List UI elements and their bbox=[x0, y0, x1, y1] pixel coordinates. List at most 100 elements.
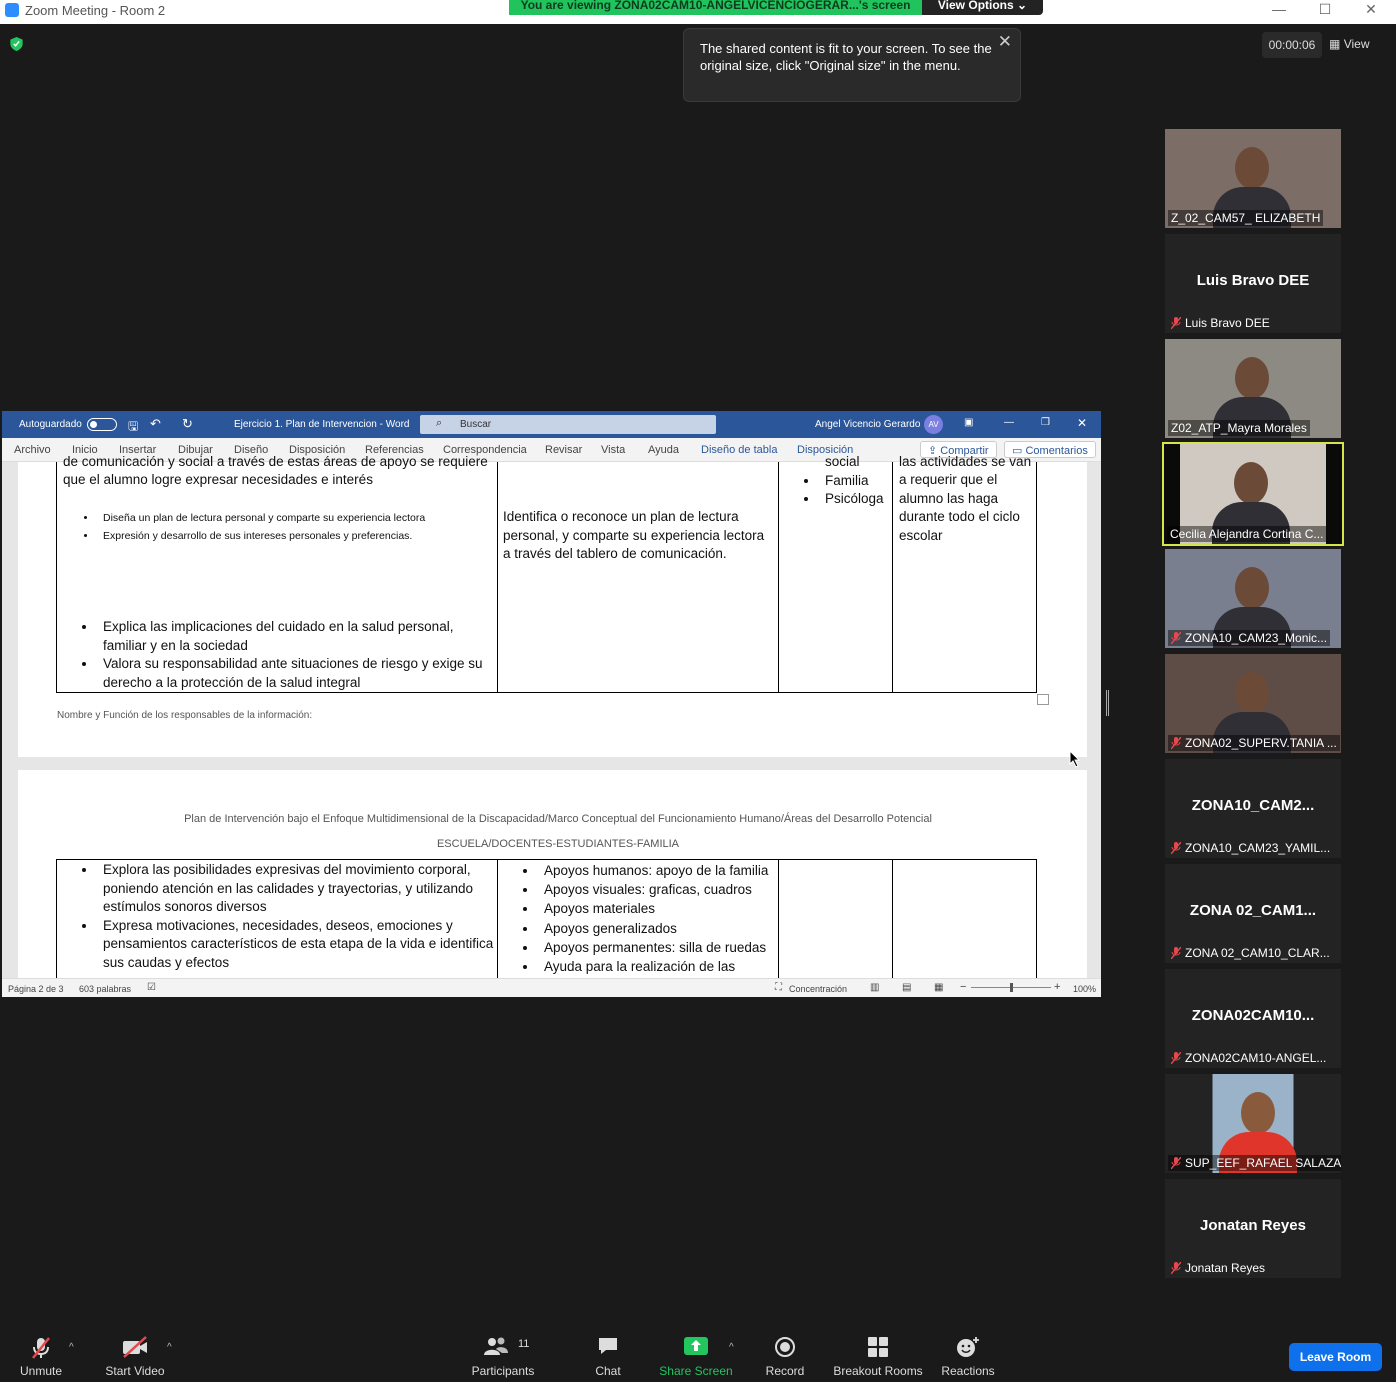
participant-name: Z02_ATP_Mayra Morales bbox=[1171, 421, 1307, 435]
participant-name: ZONA02CAM10-ANGEL... bbox=[1185, 1051, 1327, 1065]
participant-tile[interactable]: Z_02_CAM57_ ELIZABETH bbox=[1165, 129, 1341, 228]
close-icon[interactable]: ✕ bbox=[1348, 0, 1394, 24]
breakout-rooms-button[interactable]: Breakout Rooms bbox=[832, 1326, 924, 1382]
leave-room-button[interactable]: Leave Room bbox=[1289, 1343, 1382, 1371]
muted-microphone-icon bbox=[1171, 1052, 1181, 1064]
zoom-level[interactable]: 100% bbox=[1073, 984, 1096, 994]
participant-name-label: ZONA 02_CAM10_CLAR... bbox=[1168, 945, 1333, 961]
participant-name-label: SUP_EEF_RAFAEL SALAZAR bbox=[1168, 1155, 1341, 1171]
breakout-rooms-icon bbox=[868, 1337, 888, 1357]
list-item: Ayuda para la realización de las bbox=[538, 957, 776, 976]
list-item: Apoyos permanentes: silla de ruedas bbox=[538, 938, 776, 957]
print-layout-icon[interactable]: ▤ bbox=[902, 982, 911, 993]
participant-tile[interactable]: ZONA10_CAM2... ZONA10_CAM23_YAMIL... bbox=[1165, 759, 1341, 858]
participant-name: ZONA10_CAM23_Monic... bbox=[1185, 631, 1328, 645]
word-close-icon[interactable]: ✕ bbox=[1077, 416, 1087, 430]
muted-microphone-icon bbox=[1171, 1157, 1181, 1169]
zoom-in-icon[interactable]: + bbox=[1054, 981, 1060, 993]
screen-share-banner: You are viewing ZONA02CAM10-ANGELVICENCI… bbox=[509, 0, 922, 15]
chat-button[interactable]: Chat bbox=[584, 1326, 632, 1382]
video-options-caret-icon[interactable]: ^ bbox=[167, 1342, 172, 1353]
tab-ayuda[interactable]: Ayuda bbox=[648, 444, 679, 456]
tab-archivo[interactable]: Archivo bbox=[14, 444, 51, 456]
start-video-button[interactable]: Start Video bbox=[100, 1326, 170, 1382]
muted-microphone-icon bbox=[1171, 317, 1181, 329]
maximize-icon[interactable]: ☐ bbox=[1302, 0, 1348, 24]
bullet-list: Explica las implicaciones del cuidado en… bbox=[80, 618, 490, 692]
read-mode-icon[interactable]: ▥ bbox=[870, 982, 879, 993]
word-minimize-icon[interactable]: — bbox=[1004, 417, 1014, 428]
ribbon-display-icon[interactable]: ▣ bbox=[964, 417, 973, 428]
muted-microphone-icon bbox=[1171, 737, 1181, 749]
list-item: Diseña un plan de lectura personal y com… bbox=[97, 509, 490, 527]
participant-tile[interactable]: ZONA02CAM10... ZONA02CAM10-ANGEL... bbox=[1165, 969, 1341, 1068]
participant-tile[interactable]: Cecilia Alejandra Cortina C... bbox=[1162, 442, 1344, 546]
proofing-icon[interactable]: ☑ bbox=[147, 982, 156, 993]
tab-revisar[interactable]: Revisar bbox=[545, 444, 582, 456]
participant-name: Z_02_CAM57_ ELIZABETH bbox=[1171, 211, 1321, 225]
word-user-name: Angel Vicencio Gerardo bbox=[815, 419, 921, 430]
audio-options-caret-icon[interactable]: ^ bbox=[69, 1342, 74, 1353]
record-button[interactable]: Record bbox=[760, 1326, 810, 1382]
participant-tile[interactable]: ZONA10_CAM23_Monic... bbox=[1165, 549, 1341, 648]
zoom-out-icon[interactable]: − bbox=[960, 981, 966, 993]
focus-mode[interactable]: Concentración bbox=[789, 984, 847, 994]
list-item: Familia bbox=[819, 472, 890, 491]
tab-diseno-de-tabla[interactable]: Diseño de tabla bbox=[701, 444, 777, 456]
view-label: View bbox=[1343, 37, 1370, 51]
share-screen-icon bbox=[684, 1337, 708, 1355]
word-search-box[interactable]: ⌕ Buscar bbox=[420, 415, 716, 434]
support-list: social Familia Psicóloga bbox=[802, 453, 890, 509]
participant-name: Jonatan Reyes bbox=[1185, 1261, 1266, 1275]
reactions-button[interactable]: Reactions bbox=[938, 1326, 998, 1382]
redo-icon[interactable]: ↻ bbox=[182, 416, 193, 432]
web-layout-icon[interactable]: ▦ bbox=[934, 982, 943, 993]
participant-tile[interactable]: Jonatan Reyes Jonatan Reyes bbox=[1165, 1179, 1341, 1278]
view-options-button[interactable]: View Options ⌄ bbox=[922, 0, 1043, 15]
participant-tile[interactable]: ZONA 02_CAM1... ZONA 02_CAM10_CLAR... bbox=[1165, 864, 1341, 963]
participant-tile[interactable]: Luis Bravo DEE Luis Bravo DEE bbox=[1165, 234, 1341, 333]
participant-name: ZONA 02_CAM10_CLAR... bbox=[1185, 946, 1330, 960]
zoom-slider-thumb[interactable] bbox=[1010, 983, 1013, 992]
autosave-toggle[interactable] bbox=[87, 418, 117, 431]
plan-subheading: ESCUELA/DOCENTES-ESTUDIANTES-FAMILIA bbox=[436, 838, 680, 850]
cell-text-col4-cut: las actividades se van bbox=[899, 454, 1032, 469]
tooltip-close-icon[interactable]: ✕ bbox=[998, 33, 1012, 50]
list-item: Apoyos humanos: apoyo de la familia bbox=[538, 861, 776, 880]
chevron-down-icon: ⌄ bbox=[1017, 0, 1028, 12]
meeting-toolbar: Unmute ^ Start Video ^ 11 Participants C… bbox=[0, 1326, 1396, 1382]
minimize-icon[interactable]: — bbox=[1256, 0, 1302, 24]
mouse-cursor-icon bbox=[1069, 750, 1081, 768]
participant-tile[interactable]: Z02_ATP_Mayra Morales bbox=[1165, 339, 1341, 438]
participant-silhouette bbox=[1235, 672, 1269, 714]
view-button[interactable]: ▦ View bbox=[1329, 32, 1389, 58]
word-restore-icon[interactable]: ❐ bbox=[1041, 417, 1050, 428]
list-item: Apoyos materiales bbox=[538, 899, 776, 918]
share-screen-button[interactable]: Share Screen bbox=[658, 1326, 734, 1382]
table-resize-handle[interactable] bbox=[1037, 694, 1049, 705]
zoom-app-icon bbox=[5, 3, 19, 17]
participant-silhouette bbox=[1235, 147, 1269, 189]
undo-icon[interactable]: ↶ bbox=[150, 416, 161, 432]
share-screen-label: Share Screen bbox=[659, 1364, 733, 1378]
list-item: Psicóloga bbox=[819, 490, 890, 509]
participant-silhouette bbox=[1235, 357, 1269, 399]
participant-name-label: ZONA02CAM10-ANGEL... bbox=[1168, 1050, 1329, 1066]
reactions-label: Reactions bbox=[941, 1364, 995, 1378]
grid-icon: ▦ bbox=[1329, 37, 1341, 51]
participant-name-label: ZONA02_SUPERV.TANIA ... bbox=[1168, 735, 1340, 751]
participant-tile[interactable]: ZONA02_SUPERV.TANIA ... bbox=[1165, 654, 1341, 753]
unmute-button[interactable]: Unmute bbox=[12, 1326, 70, 1382]
document-page-1: de comunicación y social a través de est… bbox=[18, 454, 1087, 757]
focus-icon[interactable]: ⛶ bbox=[775, 982, 782, 993]
participants-button[interactable]: 11 Participants bbox=[468, 1326, 538, 1382]
word-titlebar: Autoguardado 🖫 ↶ ↻ Ejercicio 1. Plan de … bbox=[2, 411, 1101, 438]
word-status-bar: Página 2 de 3 603 palabras ☑ ⛶ Concentra… bbox=[2, 978, 1101, 997]
save-icon[interactable]: 🖫 bbox=[128, 417, 138, 438]
avatar[interactable]: AV bbox=[924, 415, 943, 434]
participant-tile[interactable]: SUP_EEF_RAFAEL SALAZAR bbox=[1165, 1074, 1341, 1173]
share-options-caret-icon[interactable]: ^ bbox=[729, 1342, 734, 1353]
tab-vista[interactable]: Vista bbox=[601, 444, 625, 456]
document-title: Ejercicio 1. Plan de Intervencion - Word bbox=[234, 419, 410, 430]
split-drag-handle[interactable] bbox=[1106, 690, 1109, 716]
